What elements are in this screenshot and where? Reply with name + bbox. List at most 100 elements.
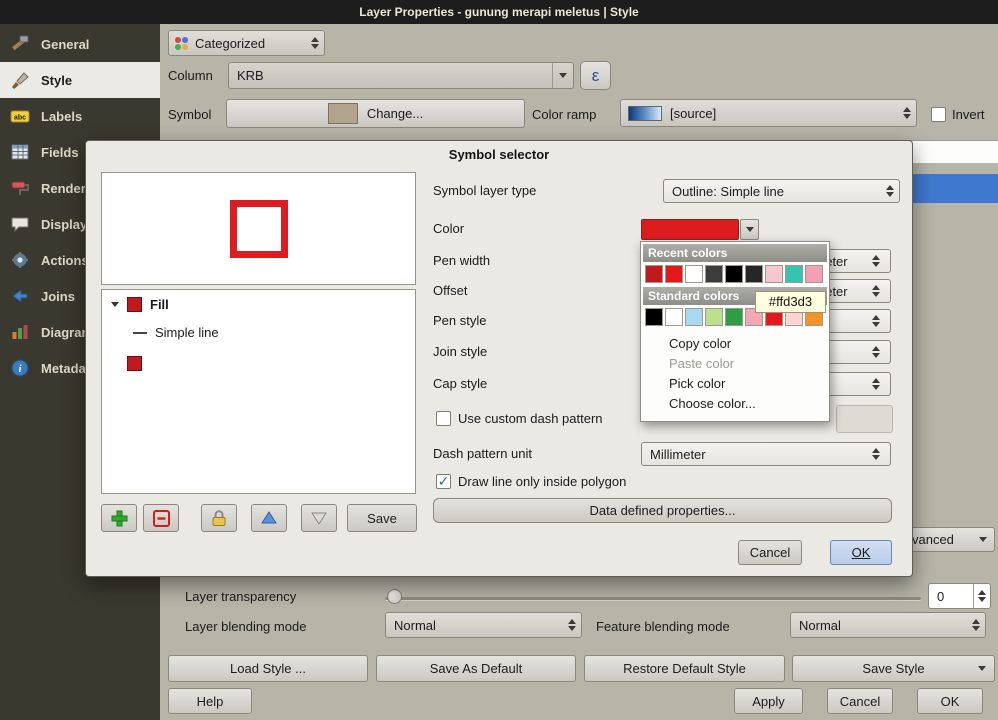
pen-style-label: Pen style [433, 313, 486, 328]
epsilon-icon: ε [592, 66, 600, 86]
dropdown-arrow-icon [746, 227, 754, 232]
pick-color-menu-item[interactable]: Pick color [641, 374, 829, 394]
layer-blending-combo[interactable]: Normal [385, 612, 582, 638]
line-color-button[interactable] [641, 219, 739, 240]
sidebar-item-style[interactable]: Style [0, 62, 160, 98]
standard-color-swatch[interactable] [665, 308, 683, 326]
svg-text:abc: abc [14, 115, 26, 122]
recent-color-swatch[interactable] [785, 265, 803, 283]
help-button[interactable]: Help [168, 688, 252, 714]
cap-style-label: Cap style [433, 376, 487, 391]
sidebar-item-label: Labels [41, 109, 82, 124]
symbol-change-button[interactable]: Change... [226, 99, 525, 128]
recent-color-swatch[interactable] [685, 265, 703, 283]
recent-color-swatch[interactable] [745, 265, 763, 283]
remove-icon [152, 509, 171, 528]
standard-color-swatch[interactable] [645, 308, 663, 326]
invert-checkbox[interactable] [931, 107, 946, 122]
sidebar-item-label: Actions [41, 253, 89, 268]
window-title: Layer Properties - gunung merapi meletus… [359, 5, 638, 19]
dialog-ok-label: OK [852, 545, 871, 560]
use-custom-dash-checkbox[interactable] [436, 411, 451, 426]
column-label: Column [168, 68, 213, 83]
up-arrow-icon [259, 509, 279, 527]
move-layer-down-button[interactable] [301, 504, 337, 532]
recent-color-swatch[interactable] [705, 265, 723, 283]
column-combo[interactable]: KRB [228, 62, 574, 89]
offset-label: Offset [433, 283, 467, 298]
standard-color-swatch[interactable] [725, 308, 743, 326]
apply-button[interactable]: Apply [734, 688, 803, 714]
down-arrow-icon [309, 509, 329, 527]
renderer-type-combo[interactable]: Categorized [168, 30, 325, 56]
abc-label-icon: abc [9, 105, 31, 127]
window-ok-button[interactable]: OK [917, 688, 983, 714]
save-symbol-button[interactable]: Save [347, 504, 417, 532]
sidebar-item-labels[interactable]: abc Labels [0, 98, 160, 134]
data-defined-properties-button[interactable]: Data defined properties... [433, 498, 892, 523]
dialog-ok-button[interactable]: OK [830, 540, 892, 565]
color-ramp-combo[interactable]: [source] [620, 99, 917, 127]
apply-label: Apply [752, 694, 785, 709]
tree-item-label: Fill [150, 297, 169, 312]
load-style-button[interactable]: Load Style ... [168, 655, 368, 682]
tree-item-simple-line-2-selected[interactable]: Simple line [103, 350, 414, 379]
draw-inside-checkbox[interactable]: ✓ [436, 474, 451, 489]
expression-builder-button[interactable]: ε [580, 61, 611, 90]
remove-symbol-layer-button[interactable] [143, 504, 179, 532]
category-list-selected-row-fragment[interactable] [908, 174, 998, 203]
save-as-default-button[interactable]: Save As Default [376, 655, 576, 682]
dash-pattern-unit-label: Dash pattern unit [433, 446, 532, 461]
restore-default-style-button[interactable]: Restore Default Style [584, 655, 785, 682]
sidebar-item-label: General [41, 37, 89, 52]
combo-arrows-icon [903, 107, 911, 119]
color-dropdown-arrow-button[interactable] [740, 219, 759, 240]
sidebar-item-label: Joins [41, 289, 75, 304]
recent-color-swatch[interactable] [765, 265, 783, 283]
change-button-label: Change... [367, 106, 423, 121]
add-symbol-layer-button[interactable] [101, 504, 137, 532]
feature-blending-combo[interactable]: Normal [790, 612, 986, 638]
recent-color-swatch[interactable] [805, 265, 823, 283]
data-defined-label: Data defined properties... [590, 503, 736, 518]
color-hex-tooltip: #ffd3d3 [755, 291, 826, 313]
lock-color-button[interactable] [201, 504, 237, 532]
combo-arrows-icon [886, 185, 894, 197]
tree-item-fill[interactable]: Fill [103, 293, 414, 318]
move-layer-up-button[interactable] [251, 504, 287, 532]
expander-icon[interactable] [111, 302, 119, 307]
recent-color-swatch[interactable] [665, 265, 683, 283]
use-custom-dash-label: Use custom dash pattern [458, 411, 603, 426]
combo-arrows-icon [872, 315, 880, 327]
save-symbol-label: Save [367, 511, 397, 526]
pen-width-label: Pen width [433, 253, 490, 268]
dash-pattern-unit-combo[interactable]: Millimeter [641, 442, 891, 466]
spinbox-arrows-icon [872, 255, 880, 267]
paint-roller-icon [9, 177, 31, 199]
save-style-label: Save Style [862, 661, 924, 676]
choose-color-menu-item[interactable]: Choose color... [641, 394, 829, 414]
dropdown-arrow-icon [552, 63, 573, 88]
sidebar-item-label: Style [41, 73, 72, 88]
tree-item-label: Simple line [155, 325, 219, 340]
symbol-layer-type-combo[interactable]: Outline: Simple line [663, 179, 900, 203]
layer-transparency-slider-handle[interactable] [387, 589, 402, 604]
layer-properties-window: Layer Properties - gunung merapi meletus… [0, 0, 998, 720]
recent-color-swatch[interactable] [645, 265, 663, 283]
load-style-label: Load Style ... [230, 661, 306, 676]
dialog-cancel-button[interactable]: Cancel [738, 540, 802, 565]
layer-transparency-slider-track[interactable] [385, 597, 921, 600]
combo-arrows-icon [872, 378, 880, 390]
transparency-spinbox[interactable]: 0 [928, 583, 991, 609]
standard-color-swatch[interactable] [705, 308, 723, 326]
table-icon [9, 141, 31, 163]
tree-item-simple-line-1[interactable]: Simple line [103, 321, 414, 346]
save-style-button[interactable]: Save Style [792, 655, 995, 682]
copy-color-menu-item[interactable]: Copy color [641, 334, 829, 354]
recent-color-swatch[interactable] [725, 265, 743, 283]
sidebar-item-general[interactable]: General [0, 26, 160, 62]
line-symbol-icon [133, 332, 147, 334]
window-cancel-button[interactable]: Cancel [827, 688, 893, 714]
color-dropdown-menu: Recent colors Standard colors #ffd3d3 Co… [640, 241, 830, 422]
standard-color-swatch[interactable] [685, 308, 703, 326]
